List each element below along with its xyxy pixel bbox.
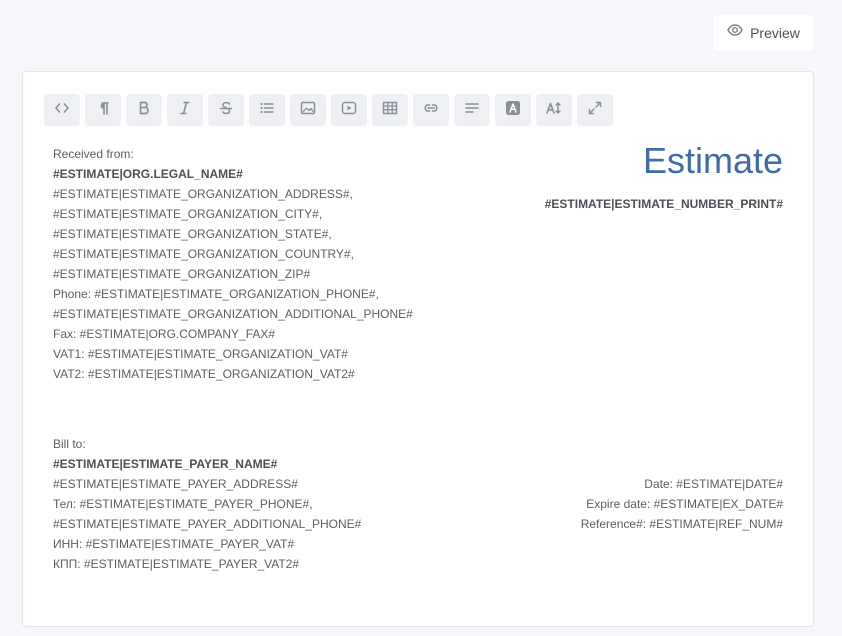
video-button[interactable] [331,94,367,126]
expire-date-line: Expire date: #ESTIMATE|EX_DATE# [586,497,783,511]
document-title: Estimate [642,140,783,181]
editor-toolbar [44,94,613,126]
bill-to-label: Bill to: [53,437,86,451]
payer-name: #ESTIMATE|ESTIMATE_PAYER_NAME# [53,457,278,471]
italic-icon [177,100,193,121]
payer-kpp-line: КПП: #ESTIMATE|ESTIMATE_PAYER_VAT2# [53,557,300,571]
org-vat2-line: VAT2: #ESTIMATE|ESTIMATE_ORGANIZATION_VA… [53,367,355,381]
font-size-button[interactable] [536,94,572,126]
dates-block: Date: #ESTIMATE|DATE# Expire date: #ESTI… [581,474,783,534]
org-fax-line: Fax: #ESTIMATE|ORG.COMPANY_FAX# [53,327,276,341]
org-state-line: #ESTIMATE|ESTIMATE_ORGANIZATION_STATE#, [53,227,332,241]
video-icon [341,100,357,121]
received-from-label: Received from: [53,147,134,161]
image-button[interactable] [290,94,326,126]
table-button[interactable] [372,94,408,126]
org-city-line: #ESTIMATE|ESTIMATE_ORGANIZATION_CITY#, [53,207,323,221]
expand-icon [587,100,603,121]
payer-address-line: #ESTIMATE|ESTIMATE_PAYER_ADDRESS# [53,477,298,491]
strikethrough-icon [218,100,234,121]
link-button[interactable] [413,94,449,126]
received-from-block: Received from: #ESTIMATE|ORG.LEGAL_NAME#… [53,144,413,384]
code-icon [54,100,70,121]
font-size-icon [546,100,562,121]
link-icon [423,100,439,121]
text-color-icon [505,100,521,121]
align-left-icon [464,100,480,121]
payer-phone-line: Тел: #ESTIMATE|ESTIMATE_PAYER_PHONE#, [53,497,313,511]
org-legal-name: #ESTIMATE|ORG.LEGAL_NAME# [53,167,243,181]
preview-button[interactable]: Preview [713,15,814,50]
bold-button[interactable] [126,94,162,126]
eye-icon [727,22,743,43]
bill-to-block: Bill to: #ESTIMATE|ESTIMATE_PAYER_NAME# … [53,434,361,574]
italic-button[interactable] [167,94,203,126]
date-line: Date: #ESTIMATE|DATE# [644,477,783,491]
align-button[interactable] [454,94,490,126]
org-vat1-line: VAT1: #ESTIMATE|ESTIMATE_ORGANIZATION_VA… [53,347,348,361]
strikethrough-button[interactable] [208,94,244,126]
estimate-number: #ESTIMATE|ESTIMATE_NUMBER_PRINT# [544,197,783,211]
org-additional-phone-line: #ESTIMATE|ESTIMATE_ORGANIZATION_ADDITION… [53,307,413,321]
list-button[interactable] [249,94,285,126]
org-country-line: #ESTIMATE|ESTIMATE_ORGANIZATION_COUNTRY#… [53,247,354,261]
paragraph-icon [95,100,111,121]
org-zip-line: #ESTIMATE|ESTIMATE_ORGANIZATION_ZIP# [53,267,311,281]
payer-inn-line: ИНН: #ESTIMATE|ESTIMATE_PAYER_VAT# [53,537,295,551]
org-address-line: #ESTIMATE|ESTIMATE_ORGANIZATION_ADDRESS#… [53,187,353,201]
payer-additional-phone-line: #ESTIMATE|ESTIMATE_PAYER_ADDITIONAL_PHON… [53,517,362,531]
editor-content[interactable]: Received from: #ESTIMATE|ORG.LEGAL_NAME#… [53,140,785,614]
fullscreen-button[interactable] [577,94,613,126]
rich-text-editor[interactable]: Received from: #ESTIMATE|ORG.LEGAL_NAME#… [22,71,814,627]
text-color-button[interactable] [495,94,531,126]
reference-line: Reference#: #ESTIMATE|REF_NUM# [580,517,783,531]
table-icon [382,100,398,121]
org-phone-line: Phone: #ESTIMATE|ESTIMATE_ORGANIZATION_P… [53,287,379,301]
code-view-button[interactable] [44,94,80,126]
image-icon [300,100,316,121]
preview-button-label: Preview [750,24,800,41]
paragraph-button[interactable] [85,94,121,126]
bold-icon [136,100,152,121]
list-icon [259,100,275,121]
